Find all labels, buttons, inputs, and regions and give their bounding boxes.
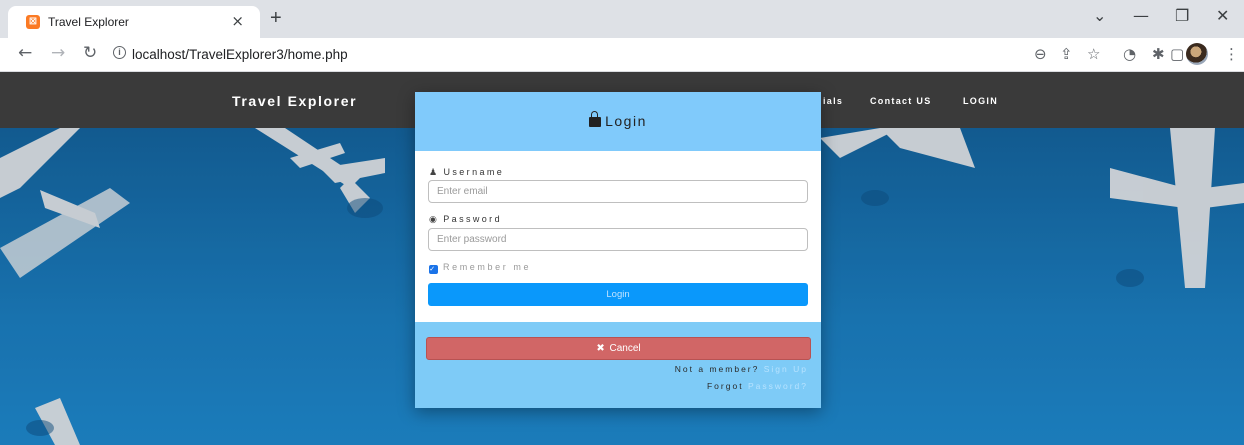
login-modal: Login ♟Username ◉Password ✓ Remember me L… [415, 92, 821, 408]
username-input[interactable] [428, 180, 808, 203]
remember-label: Remember me [443, 262, 532, 272]
forgot-password-link[interactable]: Password? [748, 381, 808, 391]
share-icon[interactable]: ⇪ [1060, 45, 1073, 63]
modal-title: Login [605, 113, 647, 129]
login-form: ♟Username ◉Password ✓ Remember me Login [415, 151, 821, 322]
back-arrow-icon[interactable]: ← [18, 43, 32, 63]
new-tab-button[interactable]: + [270, 7, 282, 30]
bookmark-star-icon[interactable]: ☆ [1087, 45, 1100, 63]
extension-gauge-icon[interactable]: ◔ [1123, 45, 1136, 63]
password-label-row: ◉ Password [429, 214, 502, 225]
site-info-icon[interactable]: i [113, 46, 126, 59]
restore-button[interactable]: ❐ [1175, 6, 1189, 25]
remember-checkbox[interactable]: ✓ [429, 265, 438, 274]
address-bar[interactable]: localhost/TravelExplorer3/home.php [132, 47, 348, 62]
username-label-row: ♟ Username [429, 167, 504, 178]
close-x-icon: ✖ [596, 343, 605, 354]
profile-avatar[interactable] [1186, 43, 1208, 65]
browser-toolbar: ← → ↻ i localhost/TravelExplorer3/home.p… [0, 38, 1244, 72]
reload-icon[interactable]: ↻ [83, 43, 97, 63]
nav-link-login[interactable]: LOGIN [963, 96, 998, 106]
minimize-button[interactable]: — [1133, 6, 1149, 25]
extensions-puzzle-icon[interactable]: ✱ [1152, 45, 1165, 63]
password-label: Password [443, 214, 502, 224]
modal-header: Login [415, 92, 821, 151]
menu-kebab-icon[interactable]: ⋮ [1224, 45, 1239, 63]
site-brand[interactable]: Travel Explorer [232, 93, 357, 109]
tab-strip: ⊠ Travel Explorer × + ⌄ — ❐ ✕ [0, 0, 1244, 38]
modal-title-row: Login [415, 111, 821, 129]
xampp-favicon-icon: ⊠ [26, 15, 40, 29]
sign-up-link[interactable]: Sign Up [764, 364, 808, 374]
login-button[interactable]: Login [428, 283, 808, 306]
cancel-label: Cancel [609, 343, 641, 354]
forward-arrow-icon[interactable]: → [51, 43, 65, 63]
side-panel-icon[interactable]: ▢ [1170, 45, 1184, 63]
forgot-text: Forgot [706, 381, 744, 391]
nav-link-contact[interactable]: Contact US [870, 96, 932, 106]
zoom-icon[interactable]: ⊖ [1034, 45, 1047, 63]
username-label: Username [443, 167, 505, 177]
user-icon: ♟ [429, 168, 440, 178]
tab-title: Travel Explorer [48, 15, 129, 29]
signup-row: Not a member? Sign Up [675, 364, 808, 374]
lock-icon [589, 111, 602, 127]
remember-me-row[interactable]: ✓ Remember me [429, 262, 531, 274]
password-input[interactable] [428, 228, 808, 251]
cancel-button[interactable]: ✖ Cancel [426, 337, 811, 360]
close-window-button[interactable]: ✕ [1216, 6, 1229, 25]
tab-search-icon[interactable]: ⌄ [1093, 6, 1106, 25]
eye-icon: ◉ [429, 215, 440, 225]
browser-tab[interactable]: ⊠ Travel Explorer × [8, 6, 260, 38]
nav-link-testimonials[interactable]: ials [823, 96, 843, 106]
not-member-text: Not a member? [674, 364, 760, 374]
forgot-row: Forgot Password? [707, 381, 808, 391]
tab-close-icon[interactable]: × [231, 12, 244, 30]
